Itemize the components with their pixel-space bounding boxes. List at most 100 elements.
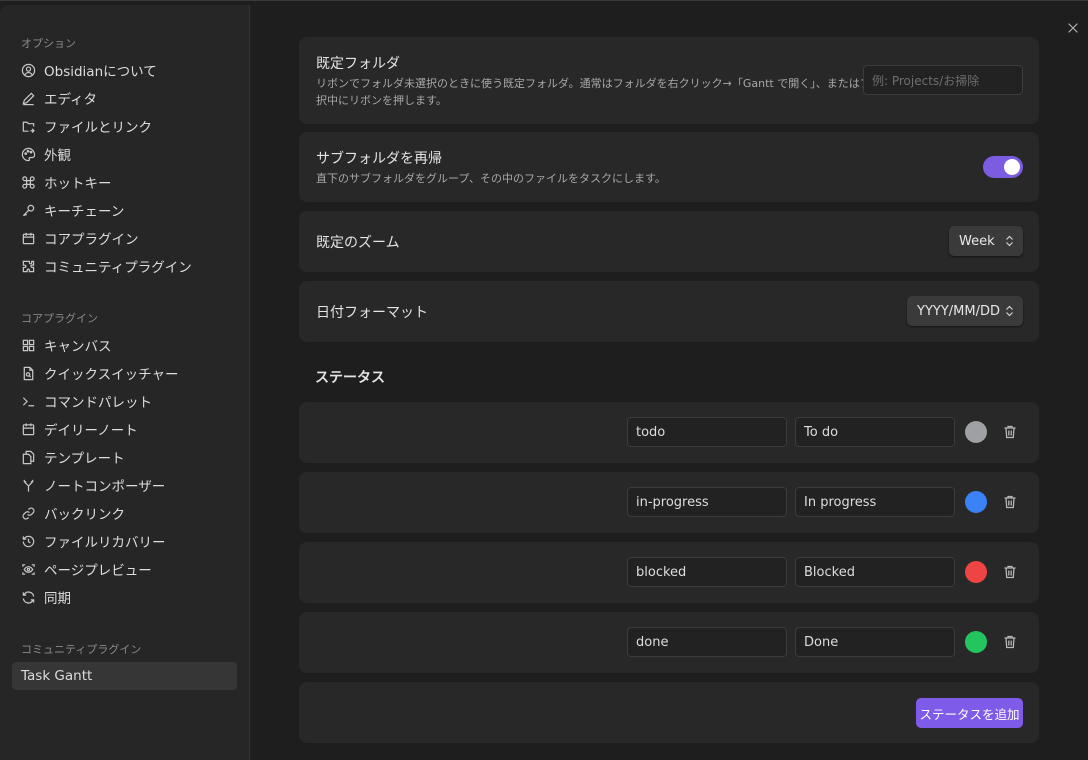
date-format-select[interactable]: YYYY/MM/DD xyxy=(907,296,1023,326)
sidebar-item-label: クイックスイッチャー xyxy=(44,367,179,383)
trash-icon[interactable] xyxy=(1002,634,1018,650)
file-search-icon xyxy=(20,365,36,381)
sidebar-item-label: コマンドパレット xyxy=(44,395,152,411)
status-row: in-progress In progress xyxy=(299,472,1039,533)
status-id-input[interactable]: todo xyxy=(627,417,787,447)
sidebar-item-label: ホットキー xyxy=(44,176,112,192)
sidebar-item-sync[interactable]: 同期 xyxy=(12,583,237,611)
sidebar-item-appearance[interactable]: 外観 xyxy=(12,140,237,168)
status-color-swatch[interactable] xyxy=(965,421,987,443)
sidebar-item-label: デイリーノート xyxy=(44,423,138,439)
status-color-swatch[interactable] xyxy=(965,491,987,513)
status-row: blocked Blocked xyxy=(299,542,1039,603)
history-icon xyxy=(20,533,36,549)
date-format-select-value: YYYY/MM/DD xyxy=(917,303,1000,319)
sidebar-item-note-composer[interactable]: ノートコンポーザー xyxy=(12,471,237,499)
folder-link-icon xyxy=(20,118,36,134)
sidebar-item-community-plugins[interactable]: コミュニティプラグイン xyxy=(12,252,237,280)
user-circle-icon xyxy=(20,62,36,78)
sidebar-item-label: ファイルリカバリー xyxy=(44,535,166,551)
chevron-updown-icon xyxy=(1006,235,1013,247)
sidebar-group-label: コアプラグイン xyxy=(21,312,98,325)
puzzle-icon xyxy=(20,258,36,274)
zoom-select-value: Week xyxy=(959,233,995,249)
sidebar-item-label: テンプレート xyxy=(44,451,125,467)
settings-window: オプション Obsidianについて エディタ ファイルとリンク 外観 ホットキ… xyxy=(0,0,1088,760)
sidebar-item-label: バックリンク xyxy=(44,507,125,523)
sidebar-item-keychain[interactable]: キーチェーン xyxy=(12,196,237,224)
sidebar-item-label: 同期 xyxy=(44,591,71,607)
layout-grid-icon xyxy=(20,337,36,353)
calendar-icon xyxy=(20,421,36,437)
toggle-knob xyxy=(1004,159,1020,175)
status-label-input[interactable]: Done xyxy=(795,627,955,657)
key-icon xyxy=(20,202,36,218)
sidebar-item-canvas[interactable]: キャンバス xyxy=(12,331,237,359)
files-icon xyxy=(20,449,36,465)
setting-default-zoom: 既定のズーム Week xyxy=(299,211,1039,272)
sidebar-item-label: エディタ xyxy=(44,92,98,108)
refresh-icon xyxy=(20,589,36,605)
status-id-input[interactable]: blocked xyxy=(627,557,787,587)
pencil-icon xyxy=(20,90,36,106)
status-label-input[interactable]: In progress xyxy=(795,487,955,517)
backlink-icon xyxy=(20,505,36,521)
status-id-input[interactable]: done xyxy=(627,627,787,657)
sidebar-item-label: Obsidianについて xyxy=(44,64,157,80)
sidebar-item-hotkeys[interactable]: ホットキー xyxy=(12,168,237,196)
settings-content: 既定フォルダ リボンでフォルダ未選択のときに使う既定フォルダ。通常はフォルダを右… xyxy=(251,5,1088,760)
status-color-swatch[interactable] xyxy=(965,631,987,653)
sidebar-item-editor[interactable]: エディタ xyxy=(12,84,237,112)
sidebar-item-templates[interactable]: テンプレート xyxy=(12,443,237,471)
sidebar-item-label: コアプラグイン xyxy=(44,232,139,248)
plug-icon xyxy=(20,230,36,246)
zoom-select[interactable]: Week xyxy=(949,226,1023,256)
trash-icon[interactable] xyxy=(1002,424,1018,440)
add-status-row: ステータスを追加 xyxy=(299,682,1039,743)
status-section-heading: ステータス xyxy=(315,370,385,386)
sidebar-item-daily-notes[interactable]: デイリーノート xyxy=(12,415,237,443)
setting-title: サブフォルダを再帰 xyxy=(316,151,442,167)
setting-description: リボンでフォルダ未選択のときに使う既定フォルダ。通常はフォルダを右クリック→「G… xyxy=(316,75,915,109)
sidebar-item-core-plugins[interactable]: コアプラグイン xyxy=(12,224,237,252)
command-icon xyxy=(20,174,36,190)
sidebar-group-options: オプション Obsidianについて エディタ ファイルとリンク 外観 ホットキ… xyxy=(0,35,249,280)
setting-description-line: リボンでフォルダ未選択のときに使う既定フォルダ。通常はフォルダを右クリック→「G… xyxy=(316,77,915,90)
merge-icon xyxy=(20,477,36,493)
recurse-toggle[interactable] xyxy=(983,156,1023,178)
default-folder-input[interactable]: 例: Projects/お掃除 xyxy=(863,65,1023,95)
status-row: todo To do xyxy=(299,402,1039,463)
status-label-input[interactable]: Blocked xyxy=(795,557,955,587)
status-color-swatch[interactable] xyxy=(965,561,987,583)
setting-recurse-subfolders: サブフォルダを再帰 直下のサブフォルダをグループ、その中のファイルをタスクにしま… xyxy=(299,132,1039,202)
trash-icon[interactable] xyxy=(1002,564,1018,580)
status-id-input[interactable]: in-progress xyxy=(627,487,787,517)
sidebar-item-page-preview[interactable]: ページプレビュー xyxy=(12,555,237,583)
scan-eye-icon xyxy=(20,561,36,577)
sidebar-group-label: オプション xyxy=(21,37,76,50)
sidebar-item-files-links[interactable]: ファイルとリンク xyxy=(12,112,237,140)
sidebar-item-label: コミュニティプラグイン xyxy=(44,260,192,276)
status-row: done Done xyxy=(299,612,1039,673)
sidebar-item-label: キーチェーン xyxy=(44,204,125,220)
settings-sidebar: オプション Obsidianについて エディタ ファイルとリンク 外観 ホットキ… xyxy=(0,5,250,760)
sidebar-group-community-plugins: コミュニティプラグイン Task Gantt xyxy=(0,641,249,690)
setting-title: 既定フォルダ xyxy=(316,56,400,72)
sidebar-item-file-recovery[interactable]: ファイルリカバリー xyxy=(12,527,237,555)
sidebar-item-label: Task Gantt xyxy=(21,668,93,684)
trash-icon[interactable] xyxy=(1002,494,1018,510)
sidebar-item-about[interactable]: Obsidianについて xyxy=(12,56,237,84)
sidebar-item-quick-switcher[interactable]: クイックスイッチャー xyxy=(12,359,237,387)
sidebar-item-label: ページプレビュー xyxy=(44,563,152,579)
sidebar-item-command-palette[interactable]: コマンドパレット xyxy=(12,387,237,415)
close-button[interactable] xyxy=(1064,19,1082,37)
add-status-button[interactable]: ステータスを追加 xyxy=(916,698,1023,728)
setting-description: 直下のサブフォルダをグループ、その中のファイルをタスクにします。 xyxy=(316,172,666,185)
sidebar-item-task-gantt[interactable]: Task Gantt xyxy=(12,662,237,690)
sidebar-group-label: コミュニティプラグイン xyxy=(21,643,142,656)
sidebar-item-backlinks[interactable]: バックリンク xyxy=(12,499,237,527)
status-label-input[interactable]: To do xyxy=(795,417,955,447)
setting-title: 既定のズーム xyxy=(316,235,400,251)
terminal-icon xyxy=(20,393,36,409)
close-icon xyxy=(1068,23,1078,33)
